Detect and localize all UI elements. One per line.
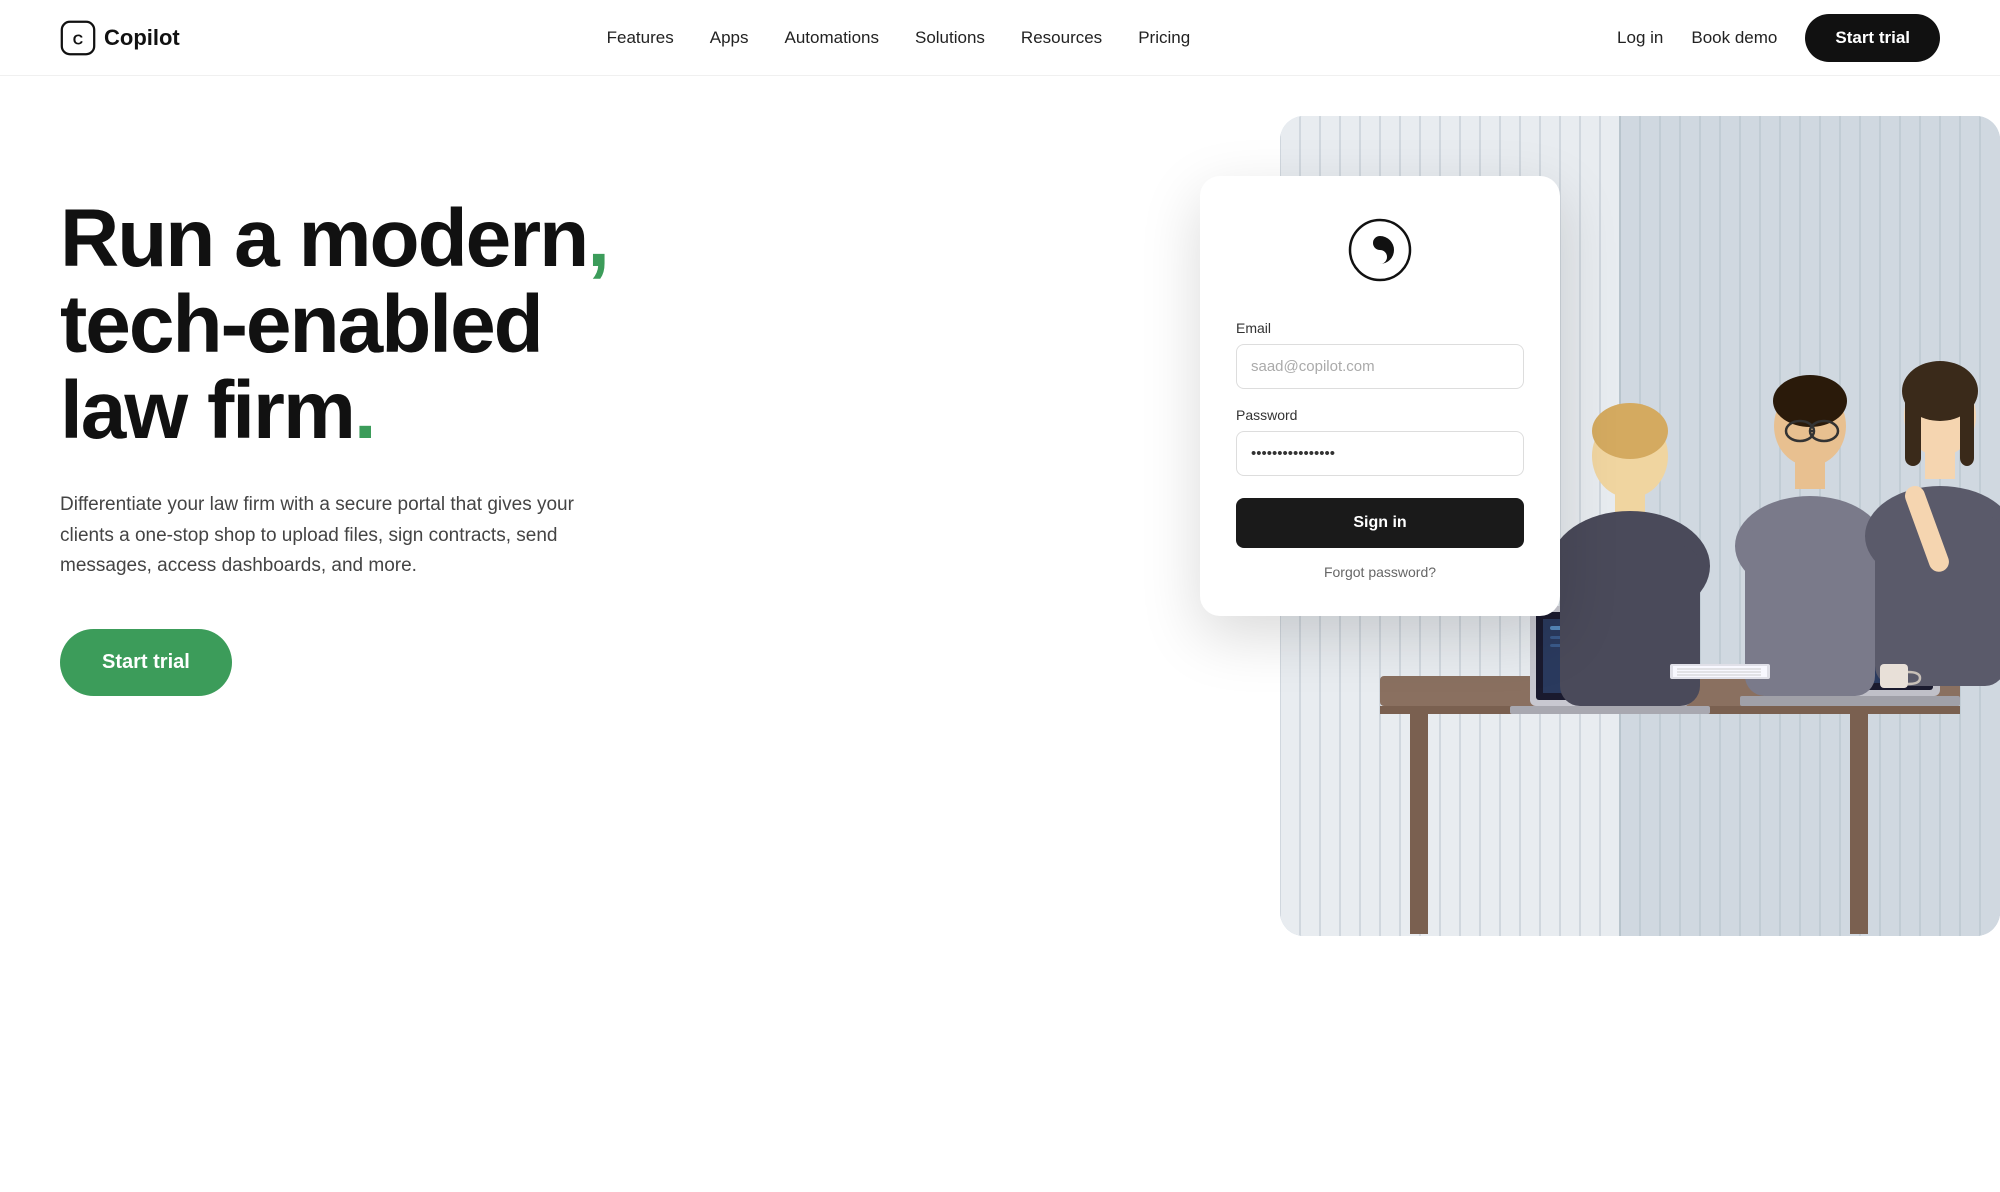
book-demo-link[interactable]: Book demo	[1691, 28, 1777, 48]
nav-actions: Log in Book demo Start trial	[1617, 14, 1940, 62]
password-label: Password	[1236, 407, 1524, 423]
login-logo-icon	[1346, 216, 1414, 284]
nav-automations[interactable]: Automations	[784, 28, 879, 47]
logo-text: Copilot	[104, 25, 180, 51]
hero-subtext: Differentiate your law firm with a secur…	[60, 490, 600, 581]
forgot-password-link[interactable]: Forgot password?	[1236, 564, 1524, 580]
email-input[interactable]	[1236, 344, 1524, 389]
nav-apps[interactable]: Apps	[710, 28, 749, 47]
password-input[interactable]	[1236, 431, 1524, 476]
nav-features[interactable]: Features	[607, 28, 674, 47]
svg-text:C: C	[73, 32, 83, 48]
hero-section: Run a modern, tech-enabled law firm. Dif…	[0, 76, 2000, 1192]
login-link[interactable]: Log in	[1617, 28, 1663, 48]
logo-link[interactable]: C Copilot	[60, 20, 180, 56]
nav-solutions[interactable]: Solutions	[915, 28, 985, 47]
logo-icon: C	[60, 20, 96, 56]
start-trial-hero-button[interactable]: Start trial	[60, 629, 232, 696]
login-logo-container	[1236, 216, 1524, 284]
hero-left: Run a modern, tech-enabled law firm. Dif…	[60, 156, 608, 696]
login-card: Email Password Sign in Forgot password?	[1200, 176, 1560, 616]
email-label: Email	[1236, 320, 1524, 336]
nav-pricing[interactable]: Pricing	[1138, 28, 1190, 47]
start-trial-nav-button[interactable]: Start trial	[1805, 14, 1940, 62]
hero-heading: Run a modern, tech-enabled law firm.	[60, 196, 608, 454]
navbar: C Copilot Features Apps Automations Solu…	[0, 0, 2000, 76]
nav-resources[interactable]: Resources	[1021, 28, 1102, 47]
nav-links: Features Apps Automations Solutions Reso…	[607, 28, 1191, 48]
hero-right: Email Password Sign in Forgot password?	[1200, 156, 1940, 936]
sign-in-button[interactable]: Sign in	[1236, 498, 1524, 548]
